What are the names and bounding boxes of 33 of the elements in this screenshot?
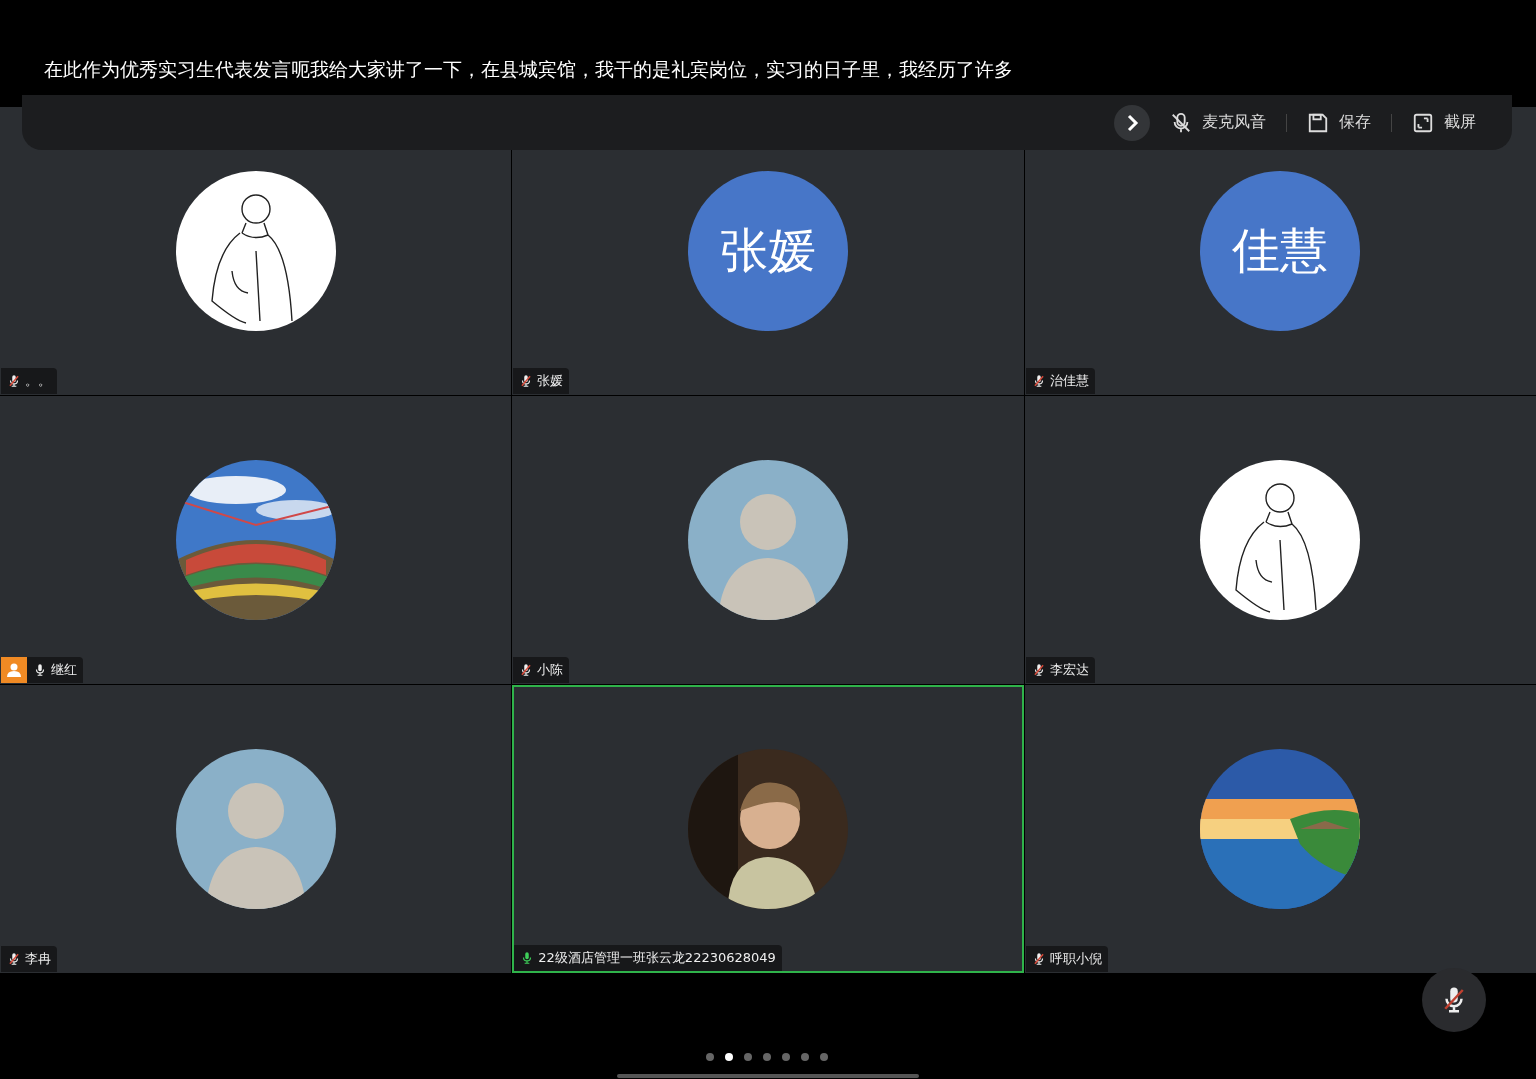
participant-name: 治佳慧	[1025, 368, 1095, 394]
video-tile[interactable]: 继红	[0, 396, 512, 684]
page-dot[interactable]	[763, 1053, 771, 1061]
participant-name: 张媛	[513, 368, 570, 394]
participant-name: 继红	[27, 657, 83, 683]
toolbar-button[interactable]: 麦克风音	[1164, 107, 1272, 138]
avatar-initials: 张媛	[688, 171, 848, 331]
page-dot[interactable]	[706, 1053, 714, 1061]
toolbar-button[interactable]: 截屏	[1406, 107, 1482, 138]
participant-name: 呼职小倪	[1025, 946, 1108, 972]
page-dot[interactable]	[725, 1053, 733, 1061]
page-dot[interactable]	[801, 1053, 809, 1061]
participant-name: 李宏达	[1025, 657, 1095, 683]
participant-name: 小陈	[513, 657, 570, 683]
chevron-right-icon	[1125, 113, 1139, 132]
screenshot-icon	[1412, 111, 1434, 134]
video-tile[interactable]: 李宏达	[1024, 396, 1536, 684]
participant-name: 李冉	[1, 946, 57, 972]
save-icon	[1307, 111, 1329, 134]
video-tile[interactable]: 小陈	[512, 396, 1024, 684]
participant-name: 。。	[1, 368, 57, 394]
page-dot[interactable]	[820, 1053, 828, 1061]
mic-off-icon	[1170, 111, 1192, 134]
collapse-button[interactable]	[1114, 104, 1150, 141]
page-dot[interactable]	[782, 1053, 790, 1061]
toolbar-button[interactable]: 保存	[1301, 107, 1377, 138]
subtitle-text: 在此作为优秀实习生代表发言呃我给大家讲了一下，在县城宾馆，我干的是礼宾岗位，实习的日子里，我经历了许多	[44, 57, 1014, 82]
participant-name: 22级酒店管理一班张云龙22230628049	[514, 945, 782, 971]
video-tile[interactable]: 呼职小倪	[1024, 685, 1536, 973]
avatar-initials: 佳慧	[1200, 171, 1361, 331]
video-tile[interactable]: 22级酒店管理一班张云龙22230628049	[512, 685, 1024, 973]
page-dot[interactable]	[744, 1053, 752, 1061]
video-tile[interactable]: 李冉	[0, 685, 512, 973]
